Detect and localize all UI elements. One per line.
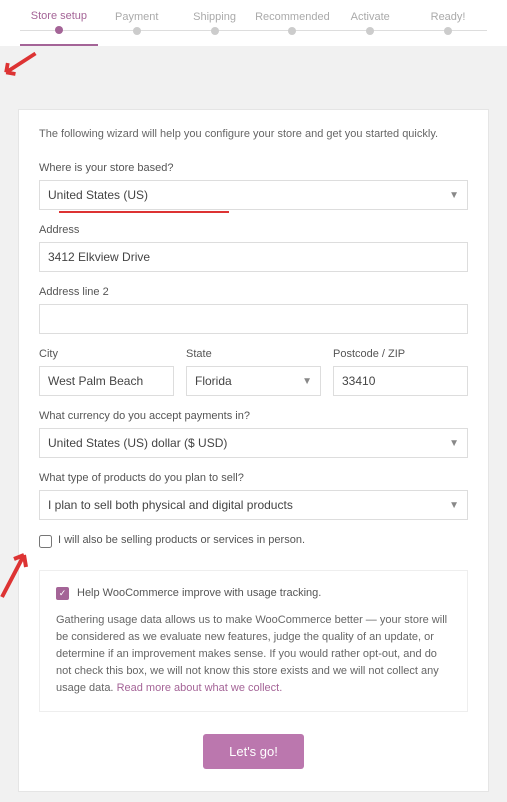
step-dot-icon [133, 27, 141, 35]
step-label: Payment [115, 11, 158, 23]
country-label: Where is your store based? [39, 162, 468, 174]
chevron-down-icon: ▼ [302, 376, 312, 387]
step-payment[interactable]: Payment [98, 11, 176, 45]
step-dot-icon [55, 26, 63, 34]
country-value: United States (US) [48, 188, 148, 202]
step-shipping[interactable]: Shipping [176, 11, 254, 45]
tracking-heading: Help WooCommerce improve with usage trac… [77, 585, 321, 602]
step-label: Activate [351, 11, 390, 23]
city-label: City [39, 348, 174, 360]
currency-select[interactable]: United States (US) dollar ($ USD) ▼ [39, 428, 468, 458]
annotation-arrow-icon [0, 46, 507, 87]
tracking-link[interactable]: Read more about what we collect. [117, 682, 283, 694]
state-field: State Florida ▼ [186, 348, 321, 396]
city-state-zip-row: City State Florida ▼ Postcode / ZIP [39, 348, 468, 410]
step-store-setup[interactable]: Store setup [20, 10, 98, 46]
currency-label: What currency do you accept payments in? [39, 410, 468, 422]
country-field: Where is your store based? United States… [39, 162, 468, 210]
tracking-checkbox[interactable]: ✓ [56, 587, 69, 600]
chevron-down-icon: ▼ [449, 500, 459, 511]
state-select[interactable]: Florida ▼ [186, 366, 321, 396]
step-label: Store setup [31, 10, 87, 22]
step-recommended[interactable]: Recommended [253, 11, 331, 45]
currency-field: What currency do you accept payments in?… [39, 410, 468, 458]
chevron-down-icon: ▼ [449, 190, 459, 201]
annotation-arrow-icon [0, 547, 32, 604]
button-row: Let's go! [39, 734, 468, 769]
address2-label: Address line 2 [39, 286, 468, 298]
step-ready[interactable]: Ready! [409, 11, 487, 45]
city-field: City [39, 348, 174, 396]
step-dot-icon [211, 27, 219, 35]
intro-text: The following wizard will help you confi… [39, 128, 468, 140]
tracking-box: ✓ Help WooCommerce improve with usage tr… [39, 570, 468, 712]
state-label: State [186, 348, 321, 360]
address-input[interactable] [39, 242, 468, 272]
tracking-heading-row: ✓ Help WooCommerce improve with usage tr… [56, 585, 451, 602]
in-person-checkbox[interactable] [39, 535, 52, 548]
step-label: Ready! [431, 11, 466, 23]
address2-field: Address line 2 [39, 286, 468, 334]
country-select[interactable]: United States (US) ▼ [39, 180, 468, 210]
product-type-select[interactable]: I plan to sell both physical and digital… [39, 490, 468, 520]
zip-label: Postcode / ZIP [333, 348, 468, 360]
city-input[interactable] [39, 366, 174, 396]
tracking-body: Gathering usage data allows us to make W… [56, 612, 451, 697]
step-dot-icon [366, 27, 374, 35]
step-activate[interactable]: Activate [331, 11, 409, 45]
step-dot-icon [444, 27, 452, 35]
setup-panel: The following wizard will help you confi… [18, 109, 489, 792]
state-value: Florida [195, 374, 232, 388]
currency-value: United States (US) dollar ($ USD) [48, 436, 227, 450]
address-label: Address [39, 224, 468, 236]
product-type-label: What type of products do you plan to sel… [39, 472, 468, 484]
step-label: Shipping [193, 11, 236, 23]
in-person-row: I will also be selling products or servi… [39, 534, 468, 548]
address-field: Address [39, 224, 468, 272]
zip-input[interactable] [333, 366, 468, 396]
annotation-underline [59, 211, 229, 213]
in-person-label: I will also be selling products or servi… [58, 534, 305, 546]
address2-input[interactable] [39, 304, 468, 334]
zip-field: Postcode / ZIP [333, 348, 468, 396]
step-dot-icon [288, 27, 296, 35]
wizard-stepper: Store setup Payment Shipping Recommended… [0, 0, 507, 46]
step-label: Recommended [255, 11, 330, 23]
lets-go-button[interactable]: Let's go! [203, 734, 304, 769]
product-type-value: I plan to sell both physical and digital… [48, 498, 293, 512]
chevron-down-icon: ▼ [449, 438, 459, 449]
product-type-field: What type of products do you plan to sel… [39, 472, 468, 520]
